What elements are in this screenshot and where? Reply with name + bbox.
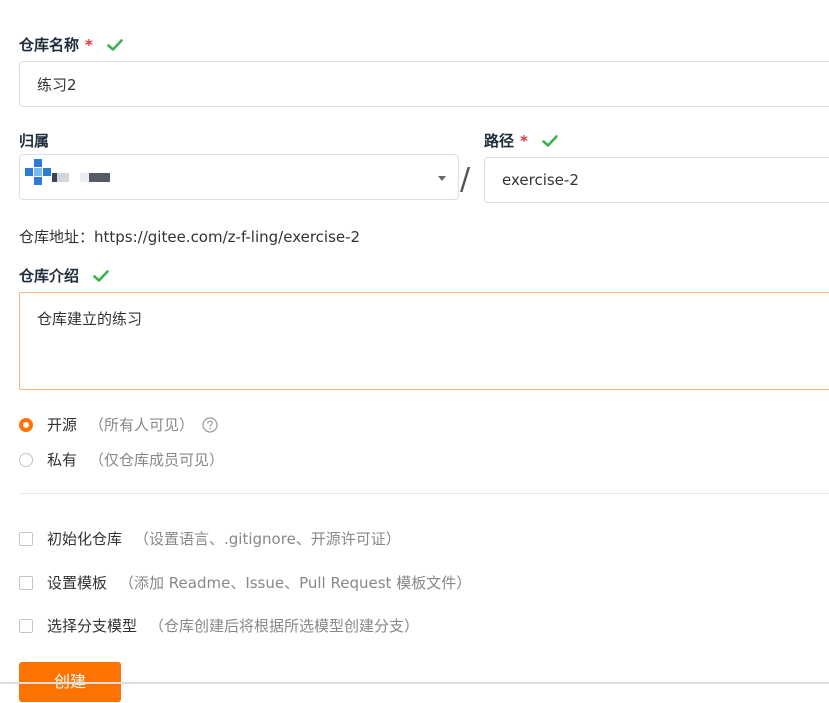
owner-label: 归属 <box>19 130 49 151</box>
repo-name-label: 仓库名称 * <box>19 34 123 55</box>
repo-name-value: 练习2 <box>37 75 77 94</box>
check-icon <box>93 269 109 282</box>
init-repo-option[interactable]: 初始化仓库 （设置语言、.gitignore、开源许可证） <box>19 528 401 549</box>
option-label: 初始化仓库 <box>47 530 123 548</box>
path-input[interactable]: exercise-2 <box>484 157 829 203</box>
radio-selected[interactable] <box>19 417 33 432</box>
check-icon <box>542 134 558 147</box>
description-label: 仓库介绍 <box>19 265 109 286</box>
option-label: 私有 <box>47 451 78 469</box>
required-mark: * <box>520 131 528 150</box>
checkbox[interactable] <box>19 575 33 590</box>
visibility-option-private[interactable]: 私有 （仅仓库成员可见） <box>19 449 224 470</box>
check-icon <box>107 38 123 51</box>
option-label: 选择分支模型 <box>47 617 138 635</box>
checkbox[interactable] <box>19 531 33 546</box>
template-option[interactable]: 设置模板 （添加 Readme、Issue、Pull Request 模板文件） <box>19 572 471 593</box>
visibility-option-public[interactable]: 开源 （所有人可见） <box>19 414 218 435</box>
description-textarea[interactable]: 仓库建立的练习 <box>19 292 829 390</box>
repo-address: 仓库地址：https://gitee.com/z-f-ling/exercise… <box>19 228 361 246</box>
option-note: （添加 Readme、Issue、Pull Request 模板文件） <box>119 574 472 592</box>
path-value: exercise-2 <box>502 171 579 189</box>
caret-down-icon[interactable] <box>438 176 446 181</box>
question-circle-icon[interactable] <box>202 416 218 433</box>
required-mark: * <box>85 35 93 54</box>
path-label-text: 路径 <box>484 132 515 150</box>
description-label-text: 仓库介绍 <box>19 267 80 285</box>
option-label: 设置模板 <box>47 574 108 592</box>
option-note: （所有人可见） <box>89 416 195 434</box>
owner-label-text: 归属 <box>19 132 50 150</box>
repo-name-label-text: 仓库名称 <box>19 36 80 54</box>
radio-unselected[interactable] <box>19 452 33 467</box>
owner-name-redacted <box>57 173 69 182</box>
owner-name-redacted <box>89 173 110 182</box>
option-label: 开源 <box>47 416 78 434</box>
option-note: （仓库创建后将根据所选模型创建分支） <box>149 617 420 635</box>
option-note: （仅仓库成员可见） <box>89 451 225 469</box>
path-separator: / <box>460 162 471 197</box>
owner-name-redacted <box>80 173 89 182</box>
path-label: 路径 * <box>484 130 558 151</box>
checkbox[interactable] <box>19 618 33 633</box>
branch-model-option[interactable]: 选择分支模型 （仓库创建后将根据所选模型创建分支） <box>19 615 419 636</box>
option-note: （设置语言、.gitignore、开源许可证） <box>134 530 401 548</box>
divider <box>19 493 829 494</box>
description-value: 仓库建立的练习 <box>37 310 143 328</box>
repo-name-input[interactable]: 练习2 <box>19 61 829 107</box>
